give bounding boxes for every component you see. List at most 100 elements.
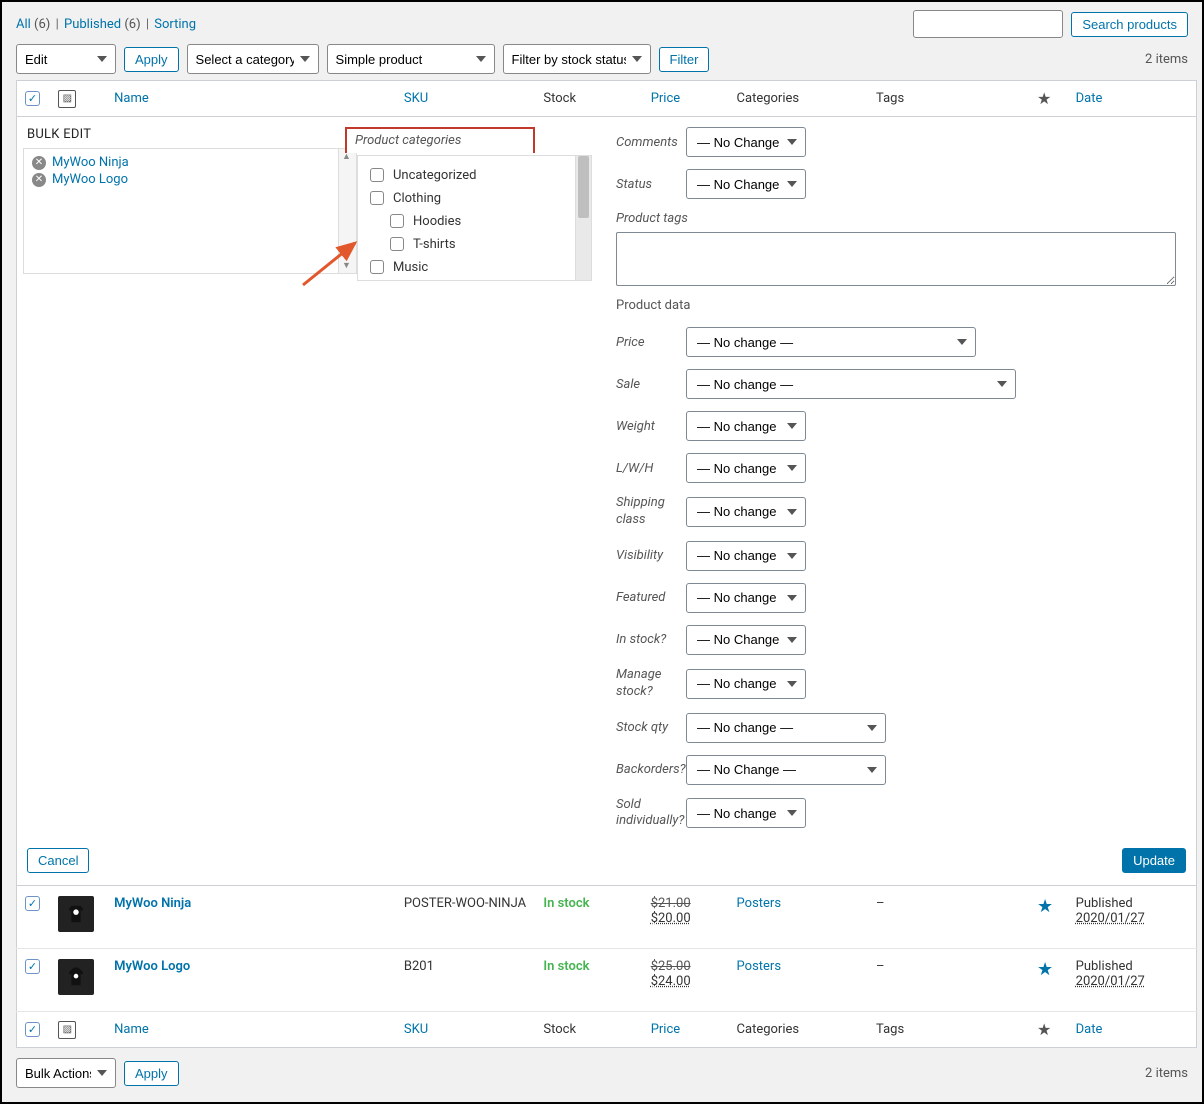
sel-manage-stock[interactable]: — No change — bbox=[686, 669, 806, 699]
sel-instock[interactable]: — No Change — bbox=[686, 625, 806, 655]
cancel-button[interactable]: Cancel bbox=[27, 848, 89, 873]
remove-item-icon[interactable]: ✕ bbox=[32, 173, 46, 187]
featured-column-icon: ★ bbox=[1037, 1020, 1051, 1039]
apply-button-bottom[interactable]: Apply bbox=[124, 1061, 179, 1086]
image-column-icon: ▨ bbox=[58, 90, 76, 108]
sku-cell: B201 bbox=[396, 949, 536, 1012]
items-count-bottom: 2 items bbox=[1145, 1066, 1188, 1081]
stock-status: In stock bbox=[543, 959, 589, 974]
col-cat-foot: Categories bbox=[729, 1012, 869, 1048]
featured-column-icon: ★ bbox=[1037, 89, 1051, 108]
pub-date: 2020/01/27 bbox=[1076, 911, 1145, 926]
lbl-manage-stock: Manage stock? bbox=[616, 667, 686, 701]
filter-all[interactable]: All bbox=[16, 17, 31, 32]
row-checkbox[interactable]: ✓ bbox=[25, 959, 40, 974]
old-price: $21.00 bbox=[651, 896, 691, 911]
bulk-action-select[interactable]: Edit bbox=[16, 44, 116, 74]
apply-button[interactable]: Apply bbox=[124, 47, 179, 72]
product-thumbnail[interactable] bbox=[58, 959, 94, 995]
scrollbar[interactable] bbox=[575, 156, 591, 280]
items-count-top: 2 items bbox=[1145, 52, 1188, 67]
sel-backorders[interactable]: — No Change — bbox=[686, 755, 886, 785]
view-filters: All (6) | Published (6) | Sorting bbox=[16, 17, 196, 32]
cat-label: Clothing bbox=[393, 191, 441, 206]
col-tags: Tags bbox=[868, 81, 1029, 117]
pub-date: 2020/01/27 bbox=[1076, 974, 1145, 989]
lbl-backorders: Backorders? bbox=[616, 762, 686, 777]
col-name-foot[interactable]: Name bbox=[114, 1022, 149, 1037]
product-thumbnail[interactable] bbox=[58, 896, 94, 932]
category-link[interactable]: Posters bbox=[737, 896, 782, 911]
bulk-item: MyWoo Logo bbox=[52, 172, 128, 187]
featured-star-icon[interactable]: ★ bbox=[1037, 959, 1053, 980]
product-name-link[interactable]: MyWoo Ninja bbox=[114, 896, 191, 911]
category-select[interactable]: Select a category bbox=[187, 44, 319, 74]
search-products-button[interactable]: Search products bbox=[1071, 12, 1188, 37]
sel-visibility[interactable]: — No change — bbox=[686, 541, 806, 571]
cat-label: Uncategorized bbox=[393, 168, 476, 183]
col-price[interactable]: Price bbox=[651, 91, 680, 106]
col-name[interactable]: Name bbox=[114, 91, 149, 106]
lbl-instock: In stock? bbox=[616, 632, 686, 647]
col-price-foot[interactable]: Price bbox=[651, 1022, 680, 1037]
filter-sorting[interactable]: Sorting bbox=[154, 17, 196, 32]
col-categories: Categories bbox=[729, 81, 869, 117]
sel-sold-indiv[interactable]: — No change — bbox=[686, 798, 806, 828]
bulk-item: MyWoo Ninja bbox=[52, 155, 129, 170]
col-sku-foot[interactable]: SKU bbox=[404, 1022, 428, 1037]
row-checkbox[interactable]: ✓ bbox=[25, 896, 40, 911]
col-stock: Stock bbox=[535, 81, 642, 117]
sel-lwh[interactable]: — No change — bbox=[686, 453, 806, 483]
update-button[interactable]: Update bbox=[1122, 848, 1186, 873]
product-tags-textarea[interactable] bbox=[616, 232, 1176, 286]
col-date[interactable]: Date bbox=[1076, 91, 1103, 106]
filter-button[interactable]: Filter bbox=[659, 47, 710, 72]
filter-published[interactable]: Published bbox=[64, 17, 121, 32]
sel-shipping[interactable]: — No change — bbox=[686, 497, 806, 527]
col-date-foot[interactable]: Date bbox=[1076, 1022, 1103, 1037]
cat-checkbox[interactable] bbox=[370, 168, 384, 182]
col-sku[interactable]: SKU bbox=[404, 91, 428, 106]
featured-star-icon[interactable]: ★ bbox=[1037, 896, 1053, 917]
lbl-sale: Sale bbox=[616, 377, 686, 392]
new-price: $24.00 bbox=[651, 974, 691, 989]
pub-status: Published bbox=[1076, 959, 1133, 974]
cat-label: Music bbox=[393, 260, 428, 275]
sel-weight[interactable]: — No change — bbox=[686, 411, 806, 441]
sel-featured[interactable]: — No change — bbox=[686, 583, 806, 613]
stock-status-select[interactable]: Filter by stock status bbox=[503, 44, 651, 74]
cat-checkbox[interactable] bbox=[370, 191, 384, 205]
lbl-status: Status bbox=[616, 177, 686, 192]
col-stock-foot: Stock bbox=[535, 1012, 642, 1048]
bulk-edit-title: BULK EDIT bbox=[27, 127, 357, 142]
category-link[interactable]: Posters bbox=[737, 959, 782, 974]
bulk-action-select-bottom[interactable]: Bulk Actions bbox=[16, 1058, 116, 1088]
pub-status: Published bbox=[1076, 896, 1133, 911]
lbl-lwh: L/W/H bbox=[616, 461, 686, 476]
product-type-select[interactable]: Simple product bbox=[327, 44, 495, 74]
annotation-arrow-icon bbox=[299, 235, 379, 295]
sel-sale[interactable]: — No change — bbox=[686, 369, 1016, 399]
product-name-link[interactable]: MyWoo Logo bbox=[114, 959, 190, 974]
published-count: (6) bbox=[124, 17, 140, 32]
lbl-price: Price bbox=[616, 335, 686, 350]
sel-status[interactable]: — No Change — bbox=[686, 169, 806, 199]
all-count: (6) bbox=[34, 17, 50, 32]
cat-label: T-shirts bbox=[413, 237, 456, 252]
select-all-checkbox-foot[interactable]: ✓ bbox=[25, 1022, 40, 1037]
product-categories-label: Product categories bbox=[345, 127, 535, 153]
remove-item-icon[interactable]: ✕ bbox=[32, 156, 46, 170]
tags-cell: – bbox=[868, 886, 1029, 949]
new-price: $20.00 bbox=[651, 911, 691, 926]
sel-stock-qty[interactable]: — No change — bbox=[686, 713, 886, 743]
sel-price[interactable]: — No change — bbox=[686, 327, 976, 357]
sku-cell: POSTER-WOO-NINJA bbox=[396, 886, 536, 949]
tags-cell: – bbox=[868, 949, 1029, 1012]
cat-checkbox[interactable] bbox=[390, 214, 404, 228]
lbl-stock-qty: Stock qty bbox=[616, 720, 686, 735]
select-all-checkbox[interactable]: ✓ bbox=[25, 91, 40, 106]
col-tags-foot: Tags bbox=[868, 1012, 1029, 1048]
search-input[interactable] bbox=[913, 10, 1063, 38]
cat-checkbox[interactable] bbox=[390, 237, 404, 251]
sel-comments[interactable]: — No Change — bbox=[686, 127, 806, 157]
